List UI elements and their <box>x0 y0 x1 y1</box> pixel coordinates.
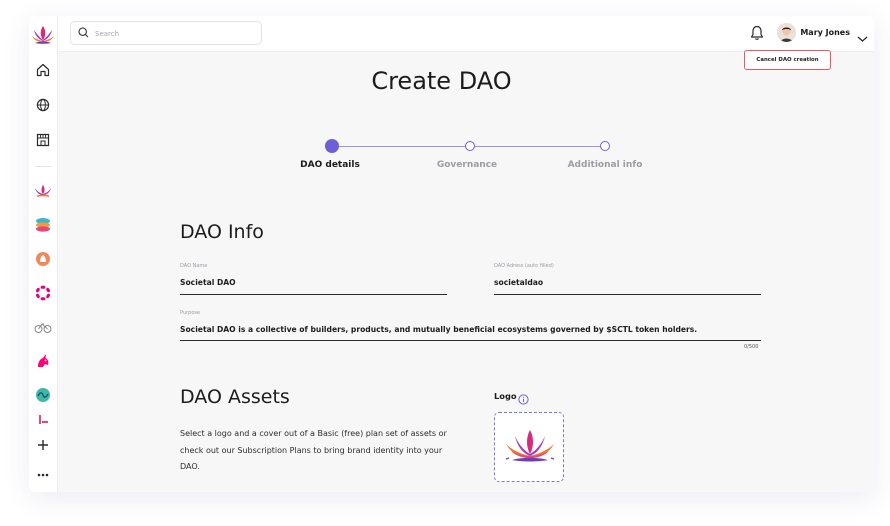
dao-orange-icon[interactable] <box>31 247 55 271</box>
dao-name-label: DAO Name <box>180 263 208 269</box>
lotus-logo-icon <box>505 430 555 462</box>
logo-label: Logo <box>494 391 517 401</box>
dao-info-title: DAO Info <box>180 221 264 243</box>
dao-address-label: DAO Adress (auto filled) <box>494 263 554 269</box>
dao-partial-icon[interactable] <box>31 414 55 424</box>
search-input[interactable] <box>95 26 255 41</box>
dao-assets-description: Select a logo and a cover out of a Basic… <box>180 429 447 471</box>
dao-lotus-icon[interactable] <box>31 179 55 203</box>
purpose-label: Purpose <box>180 310 201 316</box>
purpose-char-counter: 0/500 <box>744 344 759 350</box>
sidebar-divider <box>35 166 52 167</box>
notification-bell-icon[interactable] <box>750 25 764 41</box>
avatar[interactable] <box>777 23 796 42</box>
step-dot[interactable] <box>465 141 475 151</box>
dao-address-underline <box>494 294 761 295</box>
dao-name-field[interactable]: Societal DAO <box>180 278 236 287</box>
step-label-additional-info[interactable]: Additional info <box>550 160 660 170</box>
step-connector <box>470 146 605 147</box>
step-dot-active[interactable] <box>325 139 339 153</box>
dao-layers-icon[interactable] <box>31 213 55 237</box>
dao-address-field[interactable]: societaldao <box>494 278 543 287</box>
dao-name-underline <box>180 294 447 295</box>
page-title: Create DAO <box>371 67 512 95</box>
dao-wave-icon[interactable] <box>31 383 55 407</box>
globe-icon[interactable] <box>32 94 54 116</box>
dao-polkadot-icon[interactable] <box>31 281 55 305</box>
step-label-dao-details[interactable]: DAO details <box>275 160 385 170</box>
app-logo-icon[interactable] <box>31 24 55 46</box>
step-connector <box>332 146 470 147</box>
more-icon[interactable] <box>32 464 54 486</box>
user-name[interactable]: Mary Jones <box>800 28 850 37</box>
search-box[interactable] <box>70 21 262 45</box>
purpose-underline <box>180 340 761 341</box>
info-icon[interactable] <box>518 390 529 405</box>
purpose-field[interactable]: Societal DAO is a collective of builders… <box>180 325 697 334</box>
search-icon <box>78 27 89 38</box>
chevron-down-icon[interactable] <box>857 28 868 42</box>
plus-icon[interactable] <box>32 434 54 456</box>
dao-bikes-icon[interactable] <box>31 315 55 339</box>
store-icon[interactable] <box>32 129 54 151</box>
step-dot[interactable] <box>600 141 610 151</box>
step-label-governance[interactable]: Governance <box>412 160 522 170</box>
logo-picker[interactable] <box>494 412 564 482</box>
dao-assets-title: DAO Assets <box>180 386 290 408</box>
top-bar: Mary Jones <box>58 16 874 52</box>
dao-unicorn-icon[interactable] <box>31 349 55 373</box>
